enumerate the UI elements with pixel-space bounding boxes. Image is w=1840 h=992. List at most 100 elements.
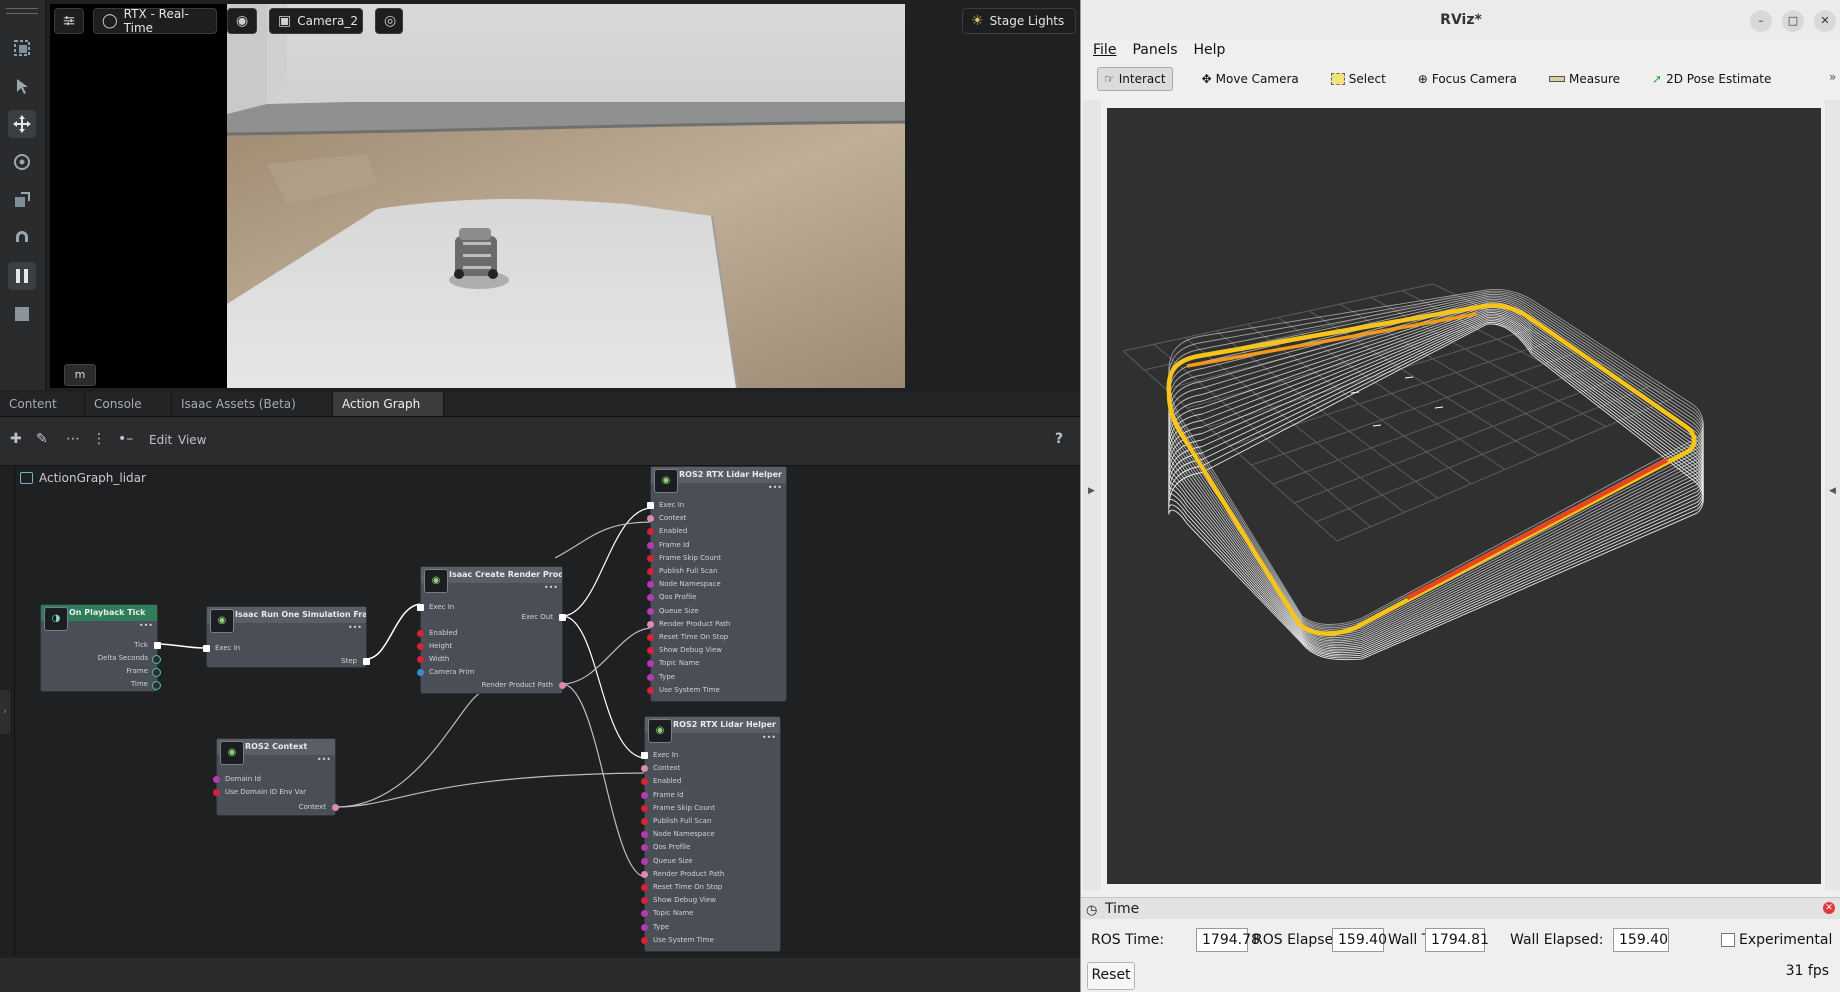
menu-help[interactable]: Help	[1194, 40, 1226, 62]
node-menu-icon[interactable]: •••	[768, 483, 782, 492]
exec-pin[interactable]	[363, 658, 370, 665]
port-lidar1-0: Exec In	[659, 501, 685, 509]
data-pin[interactable]	[647, 673, 654, 681]
lidar-stray-point	[1372, 424, 1382, 427]
int-pin[interactable]	[417, 656, 424, 663]
data-pin[interactable]	[647, 554, 654, 562]
lidar-stray-point	[1350, 391, 1360, 394]
wall-elapsed-label: Wall Elapsed:	[1510, 932, 1604, 948]
maximize-button[interactable]: □	[1782, 10, 1804, 32]
prim-pin[interactable]	[417, 669, 424, 676]
bool-pin[interactable]	[213, 789, 220, 796]
data-pin[interactable]	[641, 765, 648, 773]
minimize-button[interactable]: –	[1750, 10, 1772, 32]
data-pin[interactable]	[647, 581, 654, 589]
data-pin[interactable]	[641, 910, 648, 918]
wall-time-field[interactable]: 1794.81	[1425, 928, 1489, 952]
data-pin[interactable]	[641, 936, 648, 944]
node-create-render-product[interactable]: Isaac Create Render Product ◉ ••• Exec I…	[417, 566, 566, 694]
data-pin[interactable]	[641, 778, 648, 786]
close-button[interactable]: ✕	[1814, 10, 1836, 32]
data-pin[interactable]	[641, 818, 648, 825]
right-dock-handle[interactable]: ◀	[1825, 100, 1840, 890]
data-pin[interactable]	[641, 923, 648, 931]
select-icon	[1330, 73, 1345, 85]
data-pin[interactable]	[647, 634, 654, 641]
node-menu-icon[interactable]: •••	[544, 583, 558, 592]
data-pin[interactable]	[152, 655, 161, 664]
tool-measure[interactable]: Measure	[1546, 68, 1623, 90]
left-dock-handle[interactable]: ▶	[1083, 100, 1101, 890]
data-pin[interactable]	[641, 844, 648, 852]
exec-pin[interactable]	[154, 642, 161, 649]
data-pin[interactable]	[641, 884, 648, 891]
exec-pin[interactable]	[641, 752, 648, 759]
port-lidar2-0: Exec In	[653, 751, 679, 759]
exec-pin[interactable]	[559, 614, 566, 621]
exec-pin[interactable]	[417, 604, 424, 611]
port-lidar1-3: Frame Id	[659, 540, 690, 549]
menu-file[interactable]: File	[1093, 40, 1116, 62]
tool-focus-camera[interactable]: ⊕ Focus Camera	[1415, 68, 1520, 90]
reset-button[interactable]: Reset	[1087, 962, 1135, 990]
tool-interact[interactable]: ☞ Interact	[1097, 67, 1173, 91]
data-pin[interactable]	[647, 515, 654, 523]
lidar-stray-point	[1434, 406, 1444, 409]
rviz-3d-view[interactable]	[1107, 108, 1821, 884]
port-domain-id: Domain Id	[225, 775, 261, 783]
int-pin[interactable]	[417, 643, 424, 650]
data-pin[interactable]	[647, 686, 654, 694]
node-ros2-rtx-lidar-helper-2[interactable]: ROS2 RTX Lidar Helper ◉ ••• Exec In Conte…	[641, 716, 781, 952]
ros-elapsed-field[interactable]: 159.40	[1332, 928, 1387, 952]
node-menu-icon[interactable]: •••	[139, 621, 153, 630]
data-pin[interactable]	[647, 568, 654, 575]
wall-elapsed-field[interactable]: 159.40	[1613, 928, 1669, 952]
exec-pin[interactable]	[647, 502, 654, 509]
ros-time-field[interactable]: 1794.78	[1196, 928, 1260, 952]
port-lidar1-5: Publish Full Scan	[659, 567, 718, 575]
context-pin[interactable]	[332, 804, 339, 811]
data-pin[interactable]	[641, 831, 648, 839]
port-lidar2-5: Publish Full Scan	[653, 817, 712, 825]
node-ros2-rtx-lidar-helper-1[interactable]: ROS2 RTX Lidar Helper ◉ ••• Exec In Conte…	[647, 466, 787, 702]
port-lidar2-11: Show Debug View	[653, 896, 716, 905]
data-pin[interactable]	[647, 620, 654, 628]
node-menu-icon[interactable]: •••	[348, 623, 362, 632]
data-pin[interactable]	[647, 528, 654, 536]
data-pin[interactable]	[641, 870, 648, 878]
port-lidar2-7: Qos Profile	[653, 843, 691, 852]
data-pin[interactable]	[152, 681, 161, 690]
rviz-menu-bar: File Panels Help	[1081, 40, 1840, 62]
data-pin[interactable]	[641, 804, 648, 812]
data-pin[interactable]	[152, 668, 161, 677]
data-pin[interactable]	[647, 607, 654, 615]
port-lidar2-14: Use System Time	[653, 935, 714, 944]
exec-pin[interactable]	[203, 645, 210, 652]
port-lidar2-13: Type	[653, 922, 670, 931]
lidar-stray-point	[1404, 376, 1414, 379]
tool-move-camera[interactable]: ✥ Move Camera	[1199, 68, 1302, 90]
node-menu-icon[interactable]: •••	[317, 755, 331, 764]
node-on-playback-tick[interactable]: On Playback Tick ◑ ••• Tick Delta Second…	[40, 604, 161, 692]
path-pin[interactable]	[559, 682, 566, 689]
experimental-checkbox[interactable]	[1721, 933, 1735, 947]
data-pin[interactable]	[647, 647, 654, 655]
node-run-one-sim-frame[interactable]: Isaac Run One Simulation Frame ◉ ••• Exe…	[203, 606, 370, 668]
close-panel-icon[interactable]: ✕	[1823, 902, 1835, 914]
bool-pin[interactable]	[417, 630, 424, 637]
node-ros2-context[interactable]: ROS2 Context ◉ ••• Domain Id Use Domain …	[213, 738, 339, 816]
port-tick: Tick	[134, 641, 148, 649]
data-pin[interactable]	[647, 541, 654, 549]
menu-panels[interactable]: Panels	[1132, 40, 1177, 62]
tool-2d-pose-estimate[interactable]: ➚ 2D Pose Estimate	[1649, 68, 1774, 90]
data-pin[interactable]	[647, 660, 654, 668]
int-pin[interactable]	[213, 776, 220, 783]
node-menu-icon[interactable]: •••	[762, 733, 776, 742]
data-pin[interactable]	[641, 857, 648, 865]
port-height: Height	[429, 642, 453, 650]
toolbar-overflow-icon[interactable]: »	[1829, 70, 1836, 84]
data-pin[interactable]	[641, 791, 648, 799]
tool-select[interactable]: Select	[1328, 68, 1389, 90]
data-pin[interactable]	[647, 594, 654, 602]
data-pin[interactable]	[641, 897, 648, 905]
